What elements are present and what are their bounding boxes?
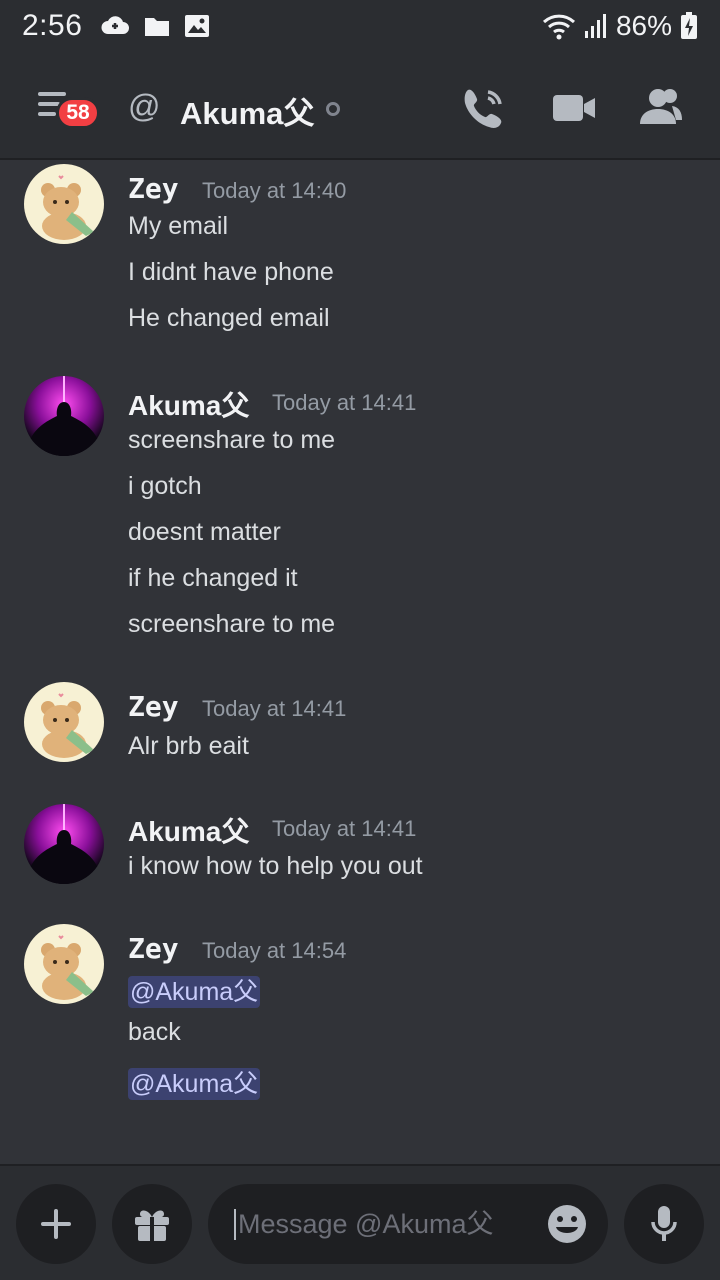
battery-charging-icon [681, 12, 697, 39]
channel-title[interactable]: Akuma父 [180, 88, 314, 133]
message-text: He changed email [128, 304, 330, 332]
voice-message-button[interactable] [624, 1184, 704, 1264]
bear-avatar-icon [24, 924, 104, 1004]
folder-icon [145, 18, 170, 36]
phone-call-icon[interactable] [460, 84, 508, 132]
wifi-icon [542, 14, 575, 40]
message-author[interactable]: Zey [128, 172, 179, 205]
message-text: screenshare to me [128, 426, 336, 454]
video-call-icon[interactable] [550, 84, 598, 132]
message-list[interactable]: Zey Today at 14:40 My email I didnt have… [0, 160, 720, 1164]
battery-percentage: 86% [615, 10, 672, 41]
message-text: i know how to help you out [128, 852, 423, 880]
message-author[interactable]: Akuma父 [128, 384, 249, 424]
members-icon[interactable] [636, 84, 684, 132]
bear-avatar-icon [24, 164, 104, 244]
message-text: if he changed it [128, 564, 298, 592]
add-attachment-button[interactable] [16, 1184, 96, 1264]
avatar-zey[interactable] [24, 164, 104, 244]
message-timestamp: Today at 14:41 [272, 816, 417, 841]
message-text: I didnt have phone [128, 258, 334, 286]
message-author[interactable]: Zey [128, 932, 179, 965]
message-author[interactable]: Akuma父 [128, 810, 249, 850]
message-timestamp: Today at 14:41 [272, 390, 417, 415]
gift-icon [135, 1210, 169, 1241]
status-bar: 2:56 86% [0, 0, 720, 52]
message-text: @Akuma父 [128, 1064, 261, 1100]
status-time: 2:56 [22, 9, 83, 42]
dark-figure-avatar-icon [24, 376, 104, 456]
message-text: My email [128, 212, 229, 240]
avatar-akuma[interactable] [24, 376, 104, 456]
microphone-icon [651, 1206, 677, 1241]
avatar-akuma[interactable] [24, 804, 104, 884]
message-timestamp: Today at 14:41 [202, 696, 347, 721]
signal-icon [584, 14, 606, 38]
message-text: @Akuma父 [128, 972, 261, 1008]
bear-avatar-icon [24, 682, 104, 762]
gift-button[interactable] [112, 1184, 192, 1264]
message-text: i gotch [128, 472, 202, 500]
offline-status-icon [326, 102, 340, 116]
at-icon: @ [128, 88, 161, 124]
user-mention[interactable]: @Akuma父 [128, 976, 261, 1008]
message-text: screenshare to me [128, 610, 336, 638]
message-composer [0, 1164, 720, 1280]
avatar-zey[interactable] [24, 924, 104, 1004]
plus-icon [41, 1209, 71, 1239]
message-input-container[interactable] [208, 1184, 608, 1264]
dark-figure-avatar-icon [24, 804, 104, 884]
gallery-icon [185, 15, 210, 37]
message-author[interactable]: Zey [128, 690, 179, 723]
message-text: Alr brb eait [128, 732, 249, 760]
message-input[interactable] [234, 1208, 534, 1240]
unread-badge: 58 [56, 97, 100, 129]
cloud-sync-icon [101, 16, 130, 34]
message-timestamp: Today at 14:40 [202, 178, 347, 203]
status-notification-icons [100, 14, 210, 38]
emoji-icon[interactable] [546, 1203, 588, 1245]
avatar-zey[interactable] [24, 682, 104, 762]
channel-header: 58 @ Akuma父 [0, 52, 720, 160]
user-mention[interactable]: @Akuma父 [128, 1068, 261, 1100]
message-timestamp: Today at 14:54 [202, 938, 347, 963]
message-text: doesnt matter [128, 518, 281, 546]
message-text: back [128, 1018, 181, 1046]
